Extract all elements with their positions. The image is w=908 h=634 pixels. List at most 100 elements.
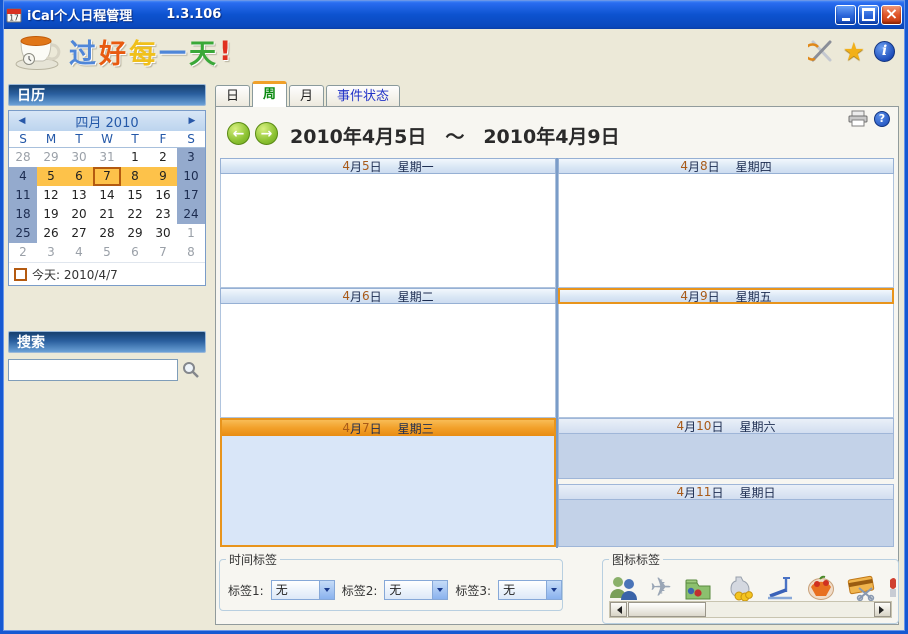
mini-day-cell[interactable]: 26 (37, 224, 65, 243)
mini-day-cell[interactable]: 3 (177, 148, 205, 167)
day-body-fri[interactable] (558, 304, 894, 418)
bank-card-icon[interactable] (847, 575, 877, 601)
mini-day-cell[interactable]: 21 (93, 205, 121, 224)
chevron-down-icon[interactable] (546, 581, 562, 599)
treadmill-icon[interactable] (765, 575, 795, 601)
airplane-icon[interactable]: ✈ (650, 575, 672, 601)
day-cell-wed-today[interactable]: 4 月 7 日星期三 (220, 418, 556, 547)
mini-day-cell[interactable]: 10 (177, 167, 205, 186)
titlebar[interactable]: 17 iCal个人日程管理 1.3.106 (0, 0, 908, 29)
day-cell-sat[interactable]: 4 月 10 日星期六 (558, 418, 894, 479)
scroll-right-icon[interactable] (873, 602, 891, 617)
mini-day-cell[interactable]: 15 (121, 186, 149, 205)
minimize-button[interactable] (835, 4, 856, 25)
mini-day-cell[interactable]: 17 (177, 186, 205, 205)
scroll-left-icon[interactable] (610, 602, 627, 617)
icon-tags-scrollbar[interactable] (609, 601, 892, 618)
money-bag-icon[interactable] (724, 575, 754, 601)
mini-day-cell[interactable]: 2 (9, 243, 37, 262)
mini-day-cell[interactable]: 3 (37, 243, 65, 262)
tag2-select[interactable]: 无 (384, 580, 449, 600)
scrollbar-thumb[interactable] (628, 602, 706, 617)
chevron-down-icon[interactable] (318, 581, 334, 599)
help-icon[interactable] (874, 110, 890, 127)
day-cell-tue[interactable]: 4 月 6 日星期二 (220, 288, 556, 418)
mini-day-cell[interactable]: 7 (149, 243, 177, 262)
tools-icon[interactable] (807, 38, 834, 64)
info-icon[interactable] (874, 40, 895, 62)
mini-day-cell[interactable]: 8 (121, 167, 149, 186)
tab-month[interactable]: 月 (289, 85, 325, 107)
day-body-thu[interactable] (558, 174, 894, 288)
day-header-mon[interactable]: 4 月 5 日星期一 (220, 158, 556, 174)
mini-day-cell[interactable]: 22 (121, 205, 149, 224)
mini-day-cell[interactable]: 20 (65, 205, 93, 224)
maximize-button[interactable] (858, 4, 879, 25)
mini-day-cell[interactable]: 4 (9, 167, 37, 186)
tag1-select[interactable]: 无 (270, 580, 335, 600)
mini-day-cell[interactable]: 13 (65, 186, 93, 205)
day-header-fri[interactable]: 4 月 9 日星期五 (558, 288, 894, 304)
day-body-mon[interactable] (220, 174, 556, 288)
prev-week-button[interactable] (227, 122, 250, 145)
mini-day-cell[interactable]: 1 (177, 224, 205, 243)
search-input[interactable] (8, 359, 178, 381)
mini-day-cell[interactable]: 18 (9, 205, 37, 224)
partial-icon[interactable] (888, 575, 898, 601)
mini-day-cell[interactable]: 28 (9, 148, 37, 167)
tab-event-status[interactable]: 事件状态 (326, 85, 401, 107)
mini-day-cell[interactable]: 9 (149, 167, 177, 186)
search-icon[interactable] (182, 361, 200, 379)
tab-day[interactable]: 日 (215, 85, 251, 107)
mini-day-cell[interactable]: 11 (9, 186, 37, 205)
prev-month-icon[interactable] (15, 116, 29, 126)
print-icon[interactable] (848, 110, 868, 127)
meeting-people-icon[interactable] (609, 575, 639, 601)
next-month-icon[interactable] (185, 116, 199, 126)
work-folder-icon[interactable] (683, 575, 713, 601)
food-plate-icon[interactable] (806, 575, 836, 601)
mini-day-cell[interactable]: 24 (177, 205, 205, 224)
tag3-select[interactable]: 无 (498, 580, 563, 600)
tab-week[interactable]: 周 (252, 81, 288, 107)
mini-day-cell[interactable]: 6 (121, 243, 149, 262)
mini-day-cell[interactable]: 25 (9, 224, 37, 243)
mini-day-cell[interactable]: 5 (93, 243, 121, 262)
day-cell-thu[interactable]: 4 月 8 日星期四 (558, 158, 894, 288)
chevron-down-icon[interactable] (432, 581, 448, 599)
mini-day-cell[interactable]: 5 (37, 167, 65, 186)
day-cell-sun[interactable]: 4 月 11 日星期日 (558, 484, 894, 547)
close-button[interactable] (881, 4, 902, 25)
mini-day-cell[interactable]: 12 (37, 186, 65, 205)
mini-day-cell[interactable]: 2 (149, 148, 177, 167)
day-body-sat[interactable] (558, 434, 894, 479)
mini-day-cell[interactable]: 14 (93, 186, 121, 205)
favorite-star-icon[interactable] (843, 37, 865, 66)
mini-day-cell[interactable]: 8 (177, 243, 205, 262)
day-header-tue[interactable]: 4 月 6 日星期二 (220, 288, 556, 304)
mini-day-cell[interactable]: 30 (149, 224, 177, 243)
mini-day-cell[interactable]: 16 (149, 186, 177, 205)
mini-day-cell[interactable]: 23 (149, 205, 177, 224)
today-checkbox[interactable] (14, 268, 27, 281)
day-header-thu[interactable]: 4 月 8 日星期四 (558, 158, 894, 174)
mini-day-cell[interactable]: 4 (65, 243, 93, 262)
mini-day-cell[interactable]: 29 (37, 148, 65, 167)
mini-day-cell[interactable]: 1 (121, 148, 149, 167)
mini-day-cell[interactable]: 30 (65, 148, 93, 167)
day-body-tue[interactable] (220, 304, 556, 418)
day-header-sat[interactable]: 4 月 10 日星期六 (558, 418, 894, 434)
mini-day-cell[interactable]: 29 (121, 224, 149, 243)
mini-day-cell[interactable]: 31 (93, 148, 121, 167)
mini-day-cell[interactable]: 19 (37, 205, 65, 224)
mini-day-cell[interactable]: 6 (65, 167, 93, 186)
day-cell-fri-selected[interactable]: 4 月 9 日星期五 (558, 288, 894, 418)
mini-day-cell[interactable]: 7 (93, 167, 121, 186)
mini-day-cell[interactable]: 28 (93, 224, 121, 243)
day-body-wed[interactable] (222, 434, 554, 545)
day-header-sun[interactable]: 4 月 11 日星期日 (558, 484, 894, 500)
next-week-button[interactable] (255, 122, 278, 145)
mini-day-cell[interactable]: 27 (65, 224, 93, 243)
day-cell-mon[interactable]: 4 月 5 日星期一 (220, 158, 556, 288)
day-body-sun[interactable] (558, 500, 894, 547)
